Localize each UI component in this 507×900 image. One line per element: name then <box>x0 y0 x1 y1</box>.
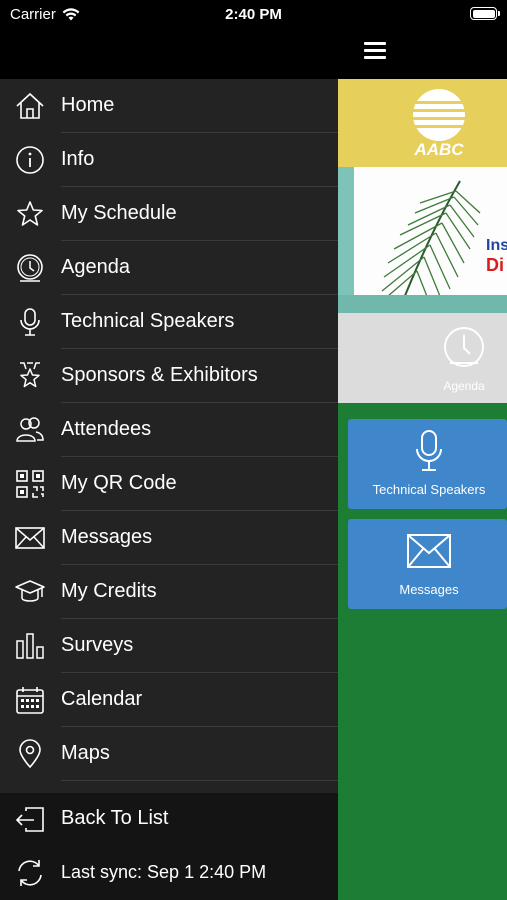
menu-label: Sponsors & Exhibitors <box>61 364 258 386</box>
drawer-footer: Back To List Last sync: Sep 1 2:40 PM <box>0 793 338 900</box>
clock-icon <box>17 254 43 282</box>
menu-item-my-credits[interactable]: My Credits <box>0 565 338 619</box>
qr-code-icon <box>16 470 44 498</box>
menu-item-maps[interactable]: Maps <box>0 727 338 781</box>
envelope-icon <box>15 527 45 549</box>
envelope-icon <box>407 534 451 568</box>
menu-label: Home <box>61 94 115 116</box>
messages-tile-label: Messages <box>399 582 459 597</box>
aabc-logo: AABC <box>410 89 468 159</box>
menu-item-calendar[interactable]: Calendar <box>0 673 338 727</box>
menu-item-my-schedule[interactable]: My Schedule <box>0 187 338 241</box>
banner-text-di: Di <box>486 255 504 275</box>
battery-icon <box>470 7 500 20</box>
home-page: AABC Ins Di Agenda Technical Speakers Me… <box>338 79 507 900</box>
menu-label: Agenda <box>61 256 130 278</box>
menu-label: Maps <box>61 742 110 764</box>
menu-label: My QR Code <box>61 472 177 494</box>
back-to-list-button[interactable]: Back To List <box>0 793 338 847</box>
people-icon <box>16 417 44 442</box>
exit-icon <box>15 807 44 832</box>
banner-image: Ins Di <box>338 167 507 313</box>
banner-header: AABC <box>338 79 507 167</box>
menu-item-my-qr-code[interactable]: My QR Code <box>0 457 338 511</box>
home-icon <box>16 92 44 119</box>
menu-label: Calendar <box>61 688 143 710</box>
microphone-icon <box>20 308 40 336</box>
menu-item-attendees[interactable]: Attendees <box>0 403 338 457</box>
menu-label: Attendees <box>61 418 152 440</box>
menu-label: Surveys <box>61 634 134 656</box>
messages-tile[interactable]: Messages <box>348 519 507 609</box>
menu-item-messages[interactable]: Messages <box>0 511 338 565</box>
menu-item-sponsors-exhibitors[interactable]: Sponsors & Exhibitors <box>0 349 338 403</box>
status-bar: Carrier 2:40 PM <box>0 0 507 30</box>
menu-item-info[interactable]: Info <box>0 133 338 187</box>
last-sync-label: Last sync: Sep 1 2:40 PM <box>61 862 267 882</box>
star-icon <box>17 201 43 226</box>
technical-speakers-tile-label: Technical Speakers <box>372 482 486 497</box>
menu-item-home[interactable]: Home <box>0 79 338 133</box>
menu-item-surveys[interactable]: Surveys <box>0 619 338 673</box>
menu-label: Info <box>61 148 95 170</box>
last-sync-button[interactable]: Last sync: Sep 1 2:40 PM <box>0 846 338 900</box>
microphone-icon <box>416 430 442 471</box>
side-drawer: Home Info My Schedule Agenda Technical S… <box>0 79 338 900</box>
hamburger-icon[interactable] <box>364 42 386 60</box>
clock-icon <box>444 327 484 367</box>
logo-text: AABC <box>413 140 464 159</box>
banner-text-ins: Ins <box>486 237 507 254</box>
info-icon <box>16 146 44 174</box>
bar-chart-icon <box>16 633 44 659</box>
sponsor-star-icon <box>20 362 40 388</box>
technical-speakers-tile[interactable]: Technical Speakers <box>348 419 507 509</box>
palm-leaf-image <box>379 180 481 310</box>
menu-label: My Credits <box>61 580 157 602</box>
clock: 2:40 PM <box>225 6 282 23</box>
menu-label: Technical Speakers <box>61 310 235 332</box>
menu-label: Messages <box>61 526 153 548</box>
back-to-list-label: Back To List <box>61 807 169 829</box>
map-pin-icon <box>19 739 41 769</box>
sync-icon <box>18 860 42 886</box>
menu-item-agenda[interactable]: Agenda <box>0 241 338 295</box>
agenda-tile-label: Agenda <box>443 379 485 393</box>
calendar-icon <box>16 687 44 714</box>
agenda-tile[interactable]: Agenda <box>338 313 507 403</box>
menu-label: My Schedule <box>61 202 177 224</box>
graduation-cap-icon <box>15 580 45 602</box>
menu-item-technical-speakers[interactable]: Technical Speakers <box>0 295 338 349</box>
